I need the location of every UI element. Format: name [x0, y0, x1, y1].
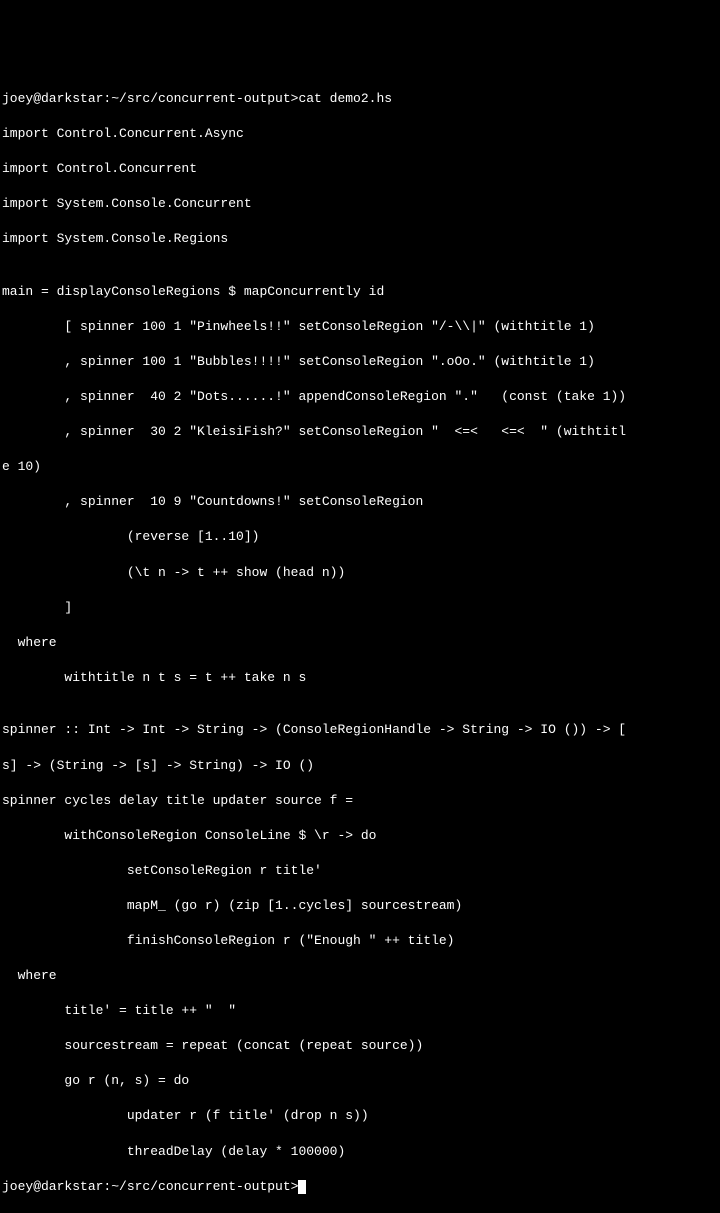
code-line: e 10): [2, 458, 718, 476]
code-line: , spinner 40 2 "Dots......!" appendConso…: [2, 388, 718, 406]
code-line: [ spinner 100 1 "Pinwheels!!" setConsole…: [2, 318, 718, 336]
code-line: setConsoleRegion r title': [2, 862, 718, 880]
prompt-line-active[interactable]: joey@darkstar:~/src/concurrent-output>: [2, 1178, 718, 1196]
code-line: where: [2, 967, 718, 985]
code-line: withtitle n t s = t ++ take n s: [2, 669, 718, 687]
code-line: ]: [2, 599, 718, 617]
code-line: , spinner 10 9 "Countdowns!" setConsoleR…: [2, 493, 718, 511]
code-line: , spinner 30 2 "KleisiFish?" setConsoleR…: [2, 423, 718, 441]
terminal-window[interactable]: joey@darkstar:~/src/concurrent-output>ca…: [2, 72, 718, 795]
prompt-text: joey@darkstar:~/src/concurrent-output>: [2, 1179, 298, 1194]
code-line: import System.Console.Regions: [2, 230, 718, 248]
code-line: import Control.Concurrent: [2, 160, 718, 178]
code-line: spinner :: Int -> Int -> String -> (Cons…: [2, 721, 718, 739]
code-line: go r (n, s) = do: [2, 1072, 718, 1090]
code-line: finishConsoleRegion r ("Enough " ++ titl…: [2, 932, 718, 950]
code-line: mapM_ (go r) (zip [1..cycles] sourcestre…: [2, 897, 718, 915]
code-line: where: [2, 634, 718, 652]
code-line: title' = title ++ " ": [2, 1002, 718, 1020]
code-line: spinner cycles delay title updater sourc…: [2, 792, 718, 810]
code-line: import Control.Concurrent.Async: [2, 125, 718, 143]
prompt-line: joey@darkstar:~/src/concurrent-output>ca…: [2, 90, 718, 108]
code-line: withConsoleRegion ConsoleLine $ \r -> do: [2, 827, 718, 845]
code-line: , spinner 100 1 "Bubbles!!!!" setConsole…: [2, 353, 718, 371]
code-line: main = displayConsoleRegions $ mapConcur…: [2, 283, 718, 301]
code-line: updater r (f title' (drop n s)): [2, 1107, 718, 1125]
code-line: threadDelay (delay * 100000): [2, 1143, 718, 1161]
code-line: sourcestream = repeat (concat (repeat so…: [2, 1037, 718, 1055]
code-line: import System.Console.Concurrent: [2, 195, 718, 213]
code-line: (\t n -> t ++ show (head n)): [2, 564, 718, 582]
code-line: s] -> (String -> [s] -> String) -> IO (): [2, 757, 718, 775]
code-line: (reverse [1..10]): [2, 528, 718, 546]
cursor-icon: [298, 1180, 306, 1194]
